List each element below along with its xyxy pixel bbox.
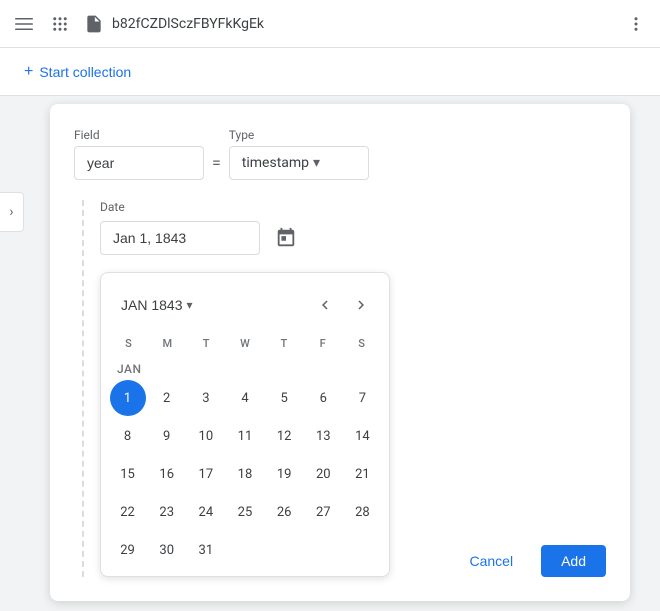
calendar-day-28[interactable]: 28 [344, 494, 380, 530]
field-group: Field [74, 128, 204, 180]
calendar-day-17[interactable]: 17 [188, 456, 224, 492]
equals-sign: = [212, 153, 221, 180]
calendar-day-1[interactable]: 1 [110, 380, 146, 416]
calendar-widget: JAN 1843 ▾ S M [100, 272, 390, 577]
weekday-wed: W [226, 333, 265, 354]
calendar-day-9[interactable]: 9 [149, 418, 185, 454]
calendar-day-21[interactable]: 21 [344, 456, 380, 492]
calendar-day-4[interactable]: 4 [227, 380, 263, 416]
calendar-day-14[interactable]: 14 [344, 418, 380, 454]
calendar-day-29[interactable]: 29 [110, 532, 146, 568]
weekday-mon: M [148, 333, 187, 354]
start-collection-label: Start collection [39, 64, 131, 80]
chevron-right-icon: › [9, 204, 13, 220]
type-label: Type [229, 128, 369, 142]
weekday-fri: F [303, 333, 342, 354]
weekday-thu: T [264, 333, 303, 354]
chevron-down-icon [313, 155, 356, 171]
dropdown-chevron-icon: ▾ [186, 298, 192, 312]
top-bar-left-icons [8, 8, 76, 40]
type-value: timestamp [242, 155, 309, 171]
calendar-day-20[interactable]: 20 [305, 456, 341, 492]
calendar-day-27[interactable]: 27 [305, 494, 341, 530]
date-input-row [100, 220, 606, 256]
prev-month-button[interactable] [309, 289, 341, 321]
calendar-empty-cell [266, 532, 303, 568]
calendar-day-15[interactable]: 15 [110, 456, 146, 492]
date-label: Date [100, 200, 606, 214]
calendar-day-24[interactable]: 24 [188, 494, 224, 530]
calendar-day-10[interactable]: 10 [188, 418, 224, 454]
sidebar-toggle-button[interactable]: › [0, 192, 24, 232]
next-month-button[interactable] [345, 289, 377, 321]
calendar-month-label: JAN [109, 358, 381, 380]
cancel-button[interactable]: Cancel [449, 545, 533, 577]
calendar-weekdays: S M T W T F S [109, 329, 381, 358]
calendar-header: JAN 1843 ▾ [109, 281, 381, 329]
grid-icon[interactable] [44, 8, 76, 40]
weekday-sat: S [342, 333, 381, 354]
weekday-sun: S [109, 333, 148, 354]
field-input[interactable] [74, 146, 204, 180]
sub-bar: + Start collection [0, 48, 660, 96]
calendar-day-16[interactable]: 16 [149, 456, 185, 492]
calendar-day-3[interactable]: 3 [188, 380, 224, 416]
calendar-day-30[interactable]: 30 [149, 532, 185, 568]
calendar-day-18[interactable]: 18 [227, 456, 263, 492]
calendar-day-6[interactable]: 6 [305, 380, 341, 416]
more-options-icon[interactable] [620, 8, 652, 40]
calendar-empty-cell [226, 532, 263, 568]
doc-title: b82fCZDlSczFBYFkKgEk [112, 16, 612, 32]
type-group: Type timestamp [229, 128, 369, 180]
top-bar: b82fCZDlSczFBYFkKgEk [0, 0, 660, 48]
calendar-day-11[interactable]: 11 [227, 418, 263, 454]
plus-icon: + [24, 63, 33, 81]
action-buttons: Cancel Add [449, 545, 606, 577]
calendar-day-26[interactable]: 26 [266, 494, 302, 530]
main-content: › Field = Type timestamp Date [0, 96, 660, 611]
calendar-day-25[interactable]: 25 [227, 494, 263, 530]
calendar-day-7[interactable]: 7 [344, 380, 380, 416]
type-select[interactable]: timestamp [229, 146, 369, 180]
calendar-day-8[interactable]: 8 [110, 418, 146, 454]
add-button[interactable]: Add [541, 545, 606, 577]
calendar-day-12[interactable]: 12 [266, 418, 302, 454]
month-year-label: JAN 1843 [121, 297, 182, 313]
calendar-navigation [309, 289, 377, 321]
start-collection-button[interactable]: + Start collection [16, 57, 139, 87]
calendar-icon-button[interactable] [268, 220, 304, 256]
date-panel: Date JAN 1843 ▾ [82, 200, 606, 577]
calendar-empty-cell [344, 532, 381, 568]
calendar-day-2[interactable]: 2 [149, 380, 185, 416]
calendar-empty-cell [305, 532, 342, 568]
hamburger-icon[interactable] [8, 8, 40, 40]
dialog-panel: Field = Type timestamp Date [50, 104, 630, 601]
calendar-day-5[interactable]: 5 [266, 380, 302, 416]
calendar-day-13[interactable]: 13 [305, 418, 341, 454]
calendar-days: 1234567891011121314151617181920212223242… [109, 380, 381, 568]
calendar-day-31[interactable]: 31 [188, 532, 224, 568]
date-input[interactable] [100, 221, 260, 255]
calendar-day-19[interactable]: 19 [266, 456, 302, 492]
weekday-tue: T [187, 333, 226, 354]
month-year-button[interactable]: JAN 1843 ▾ [113, 293, 201, 317]
calendar-day-23[interactable]: 23 [149, 494, 185, 530]
doc-icon [84, 14, 104, 34]
calendar-day-22[interactable]: 22 [110, 494, 146, 530]
field-label: Field [74, 128, 204, 142]
